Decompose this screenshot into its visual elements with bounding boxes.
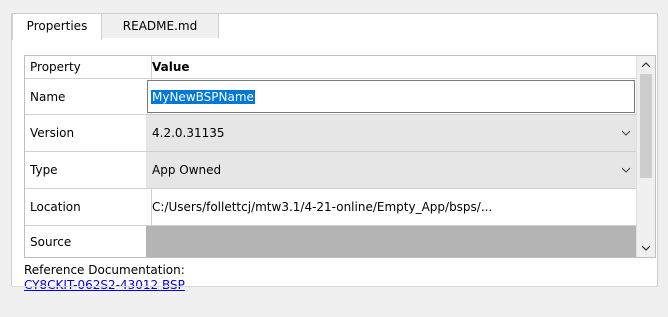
reference-documentation: Reference Documentation: CY8CKIT-062S2-4… [24, 263, 185, 293]
row-version-label: Version [25, 115, 152, 151]
row-source: Source [25, 226, 636, 257]
scrollbar-thumb[interactable] [640, 74, 652, 178]
row-version: Version 4.2.0.31135 [25, 115, 636, 152]
version-value: 4.2.0.31135 [152, 126, 225, 140]
row-name: Name MyNewBSPName [25, 79, 636, 115]
row-name-label: Name [25, 79, 152, 114]
row-location-label: Location [25, 189, 152, 225]
row-type: Type App Owned [25, 152, 636, 189]
column-header-property: Property [25, 56, 152, 78]
version-dropdown[interactable]: 4.2.0.31135 [146, 115, 636, 151]
vertical-scrollbar[interactable] [636, 56, 655, 257]
tab-readme[interactable]: README.md [101, 13, 219, 38]
divider [11, 286, 658, 287]
name-value: MyNewBSPName [151, 89, 255, 104]
tab-properties[interactable]: Properties [12, 13, 102, 40]
row-type-label: Type [25, 152, 152, 188]
grid-header-row: Property Value [25, 56, 636, 79]
scroll-up-icon[interactable] [637, 56, 655, 74]
name-edit-field[interactable]: MyNewBSPName [147, 80, 635, 113]
location-value[interactable]: C:/Users/follettcj/mtw3.1/4-21-online/Em… [146, 189, 636, 225]
type-value: App Owned [152, 163, 222, 177]
row-location: Location C:/Users/follettcj/mtw3.1/4-21-… [25, 189, 636, 226]
chevron-down-icon [622, 130, 630, 136]
row-source-label: Source [25, 226, 152, 257]
scroll-down-icon[interactable] [637, 239, 655, 257]
type-dropdown[interactable]: App Owned [146, 152, 636, 188]
source-value[interactable] [146, 226, 636, 257]
property-grid: Property Value Name MyNewBSPName Version… [24, 55, 656, 258]
chevron-down-icon [622, 167, 630, 173]
reference-label: Reference Documentation: [24, 263, 185, 277]
column-header-value: Value [152, 60, 190, 74]
